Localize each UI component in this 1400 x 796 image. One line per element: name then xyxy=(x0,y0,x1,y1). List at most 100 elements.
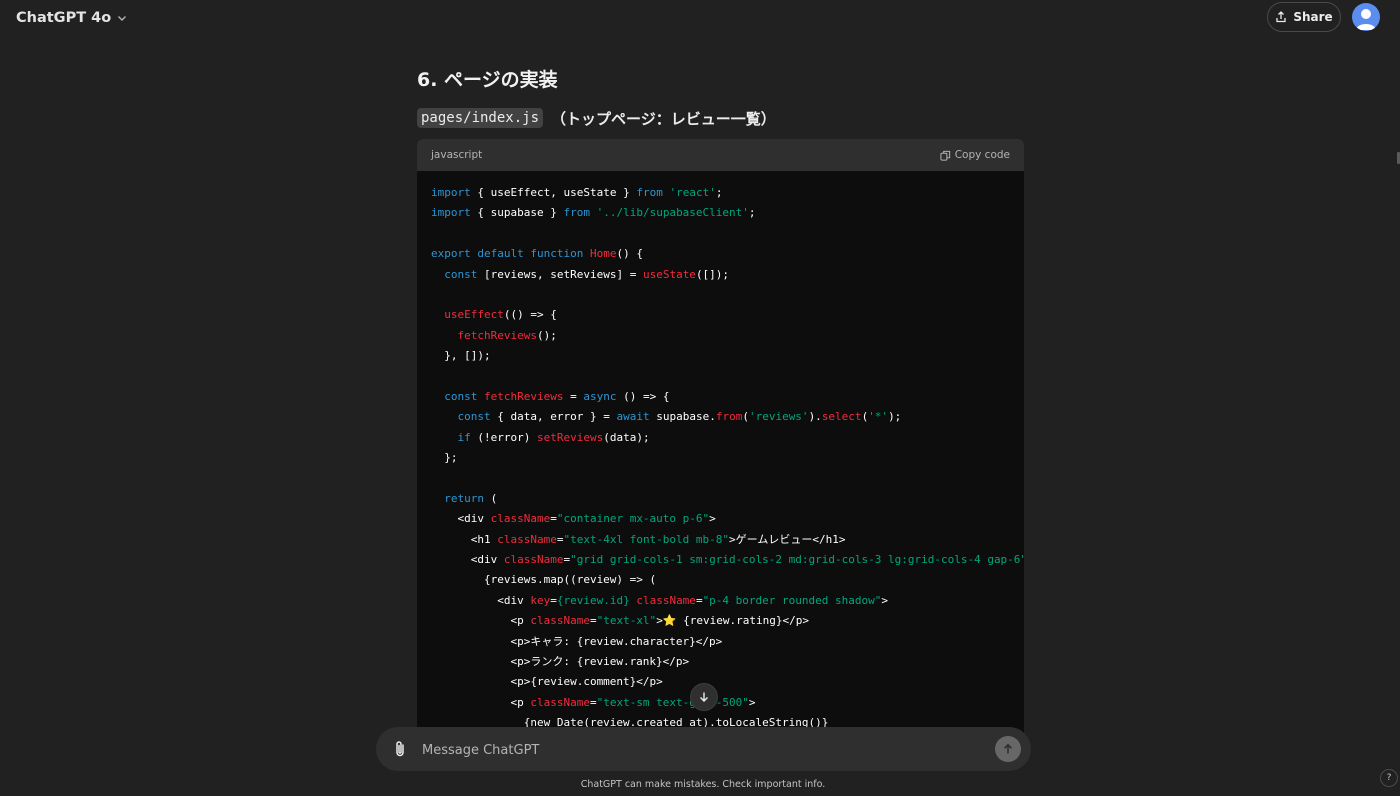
code-line: import { useEffect, useState } from 'rea… xyxy=(431,183,1010,203)
code-token: > xyxy=(881,593,888,607)
file-description: （トップページ：レビュー一覧） xyxy=(551,109,776,128)
file-name-code: pages/index.js xyxy=(417,108,544,128)
share-button[interactable]: Share xyxy=(1267,2,1341,32)
code-token: 'react' xyxy=(669,186,716,199)
code-token: from xyxy=(636,186,663,199)
file-subheading: pages/index.js （トップページ：レビュー一覧） xyxy=(417,106,776,130)
code-line: <p className="text-xl">⭐ {review.rating}… xyxy=(431,611,1010,631)
code-token: const xyxy=(444,267,478,281)
code-token: >ゲームレビュー</h1> xyxy=(729,532,846,546)
code-token: import xyxy=(431,206,471,220)
code-token: >⭐ {review.rating}</p> xyxy=(656,614,809,628)
code-token: return xyxy=(444,491,484,505)
code-token: ([]); xyxy=(695,267,730,281)
code-token: "p-4 border rounded shadow" xyxy=(702,593,882,607)
code-token: function xyxy=(530,247,584,261)
code-token: <p>キャラ: {review.character}</p> xyxy=(431,634,723,648)
code-line: <div className="grid grid-cols-1 sm:grid… xyxy=(431,550,1024,570)
message-input[interactable] xyxy=(420,734,984,766)
user-icon xyxy=(1356,9,1376,30)
scroll-to-bottom-button[interactable] xyxy=(690,683,718,711)
chat-page: ChatGPT 4o Share 6. ページの実装 pages/index.j… xyxy=(0,0,1400,796)
model-label: ChatGPT 4o xyxy=(16,10,112,26)
code-token: Home xyxy=(589,247,617,261)
code-token: const xyxy=(444,389,478,403)
code-token: export xyxy=(431,247,471,261)
code-line: export default function Home() { xyxy=(431,244,1010,264)
code-token: = xyxy=(695,593,703,607)
arrow-up-icon xyxy=(1003,743,1013,754)
code-token: from xyxy=(715,410,743,424)
code-token: = xyxy=(550,512,557,526)
code-line: <p className="text-sm text-gray-500"> xyxy=(431,693,1010,713)
code-line: }, []); xyxy=(431,346,1010,366)
code-token: 'reviews' xyxy=(748,410,809,424)
attach-button[interactable] xyxy=(390,738,410,760)
code-token: className xyxy=(497,532,557,546)
copy-code-button[interactable]: Copy code xyxy=(940,149,1010,161)
code-token: if xyxy=(457,430,471,444)
code-language: javascript xyxy=(431,149,483,161)
code-token: fetchReviews xyxy=(484,389,564,403)
code-token: }, []); xyxy=(431,349,491,363)
code-token: = xyxy=(589,614,597,628)
code-token: className xyxy=(636,593,696,607)
code-token: ( xyxy=(742,410,749,424)
code-line: useEffect(() => { xyxy=(431,305,1010,325)
code-token: <div xyxy=(431,593,531,607)
share-icon xyxy=(1276,11,1286,23)
code-token: key xyxy=(530,593,551,607)
code-token: <p xyxy=(431,614,531,628)
code-token: (() => { xyxy=(503,308,557,322)
code-token: import xyxy=(431,186,471,199)
code-token: className xyxy=(530,695,590,709)
help-button[interactable]: ? xyxy=(1380,769,1398,787)
code-token: <div xyxy=(431,512,491,526)
send-button[interactable] xyxy=(995,736,1021,762)
code-token: () { xyxy=(616,247,643,261)
avatar[interactable] xyxy=(1352,3,1380,31)
section-heading: 6. ページの実装 xyxy=(417,69,558,91)
code-line: {reviews.map((review) => ( xyxy=(431,570,1010,590)
code-token: from xyxy=(563,206,590,220)
code-token: <p>ランク: {review.rank}</p> xyxy=(431,654,690,668)
model-selector[interactable]: ChatGPT 4o xyxy=(10,4,133,32)
share-label: Share xyxy=(1293,10,1333,24)
code-line: }; xyxy=(431,448,1010,468)
code-token: {review.id} xyxy=(556,593,630,607)
code-token: <p xyxy=(431,695,531,709)
code-content: import { useEffect, useState } from 'rea… xyxy=(417,171,1024,759)
code-token: = xyxy=(563,389,584,403)
code-line: fetchReviews(); xyxy=(431,326,1010,346)
code-token: supabase. xyxy=(649,410,716,424)
arrow-down-icon xyxy=(700,692,708,702)
code-token: "grid grid-cols-1 sm:grid-cols-2 md:grid… xyxy=(570,553,1024,567)
copy-code-label: Copy code xyxy=(954,149,1010,161)
code-token: { data, error } = xyxy=(490,410,617,424)
code-token: <div xyxy=(431,553,504,567)
code-token: { useEffect, useState } xyxy=(470,186,637,199)
code-token: }; xyxy=(431,451,458,465)
code-line: import { supabase } from '../lib/supabas… xyxy=(431,203,1010,223)
code-token: "text-4xl font-bold mb-8" xyxy=(563,532,730,546)
code-line: <h1 className="text-4xl font-bold mb-8">… xyxy=(431,530,1010,550)
code-token: <p>{review.comment}</p> xyxy=(431,675,663,689)
code-line: <div className="container mx-auto p-6"> xyxy=(431,509,1010,529)
code-token: fetchReviews xyxy=(457,328,537,342)
message-composer xyxy=(376,727,1031,771)
code-token: ); xyxy=(888,410,902,424)
code-token: > xyxy=(709,512,716,526)
code-token: select xyxy=(821,410,862,424)
code-token: useState xyxy=(642,267,696,281)
code-block: javascript Copy code import { useEffect,… xyxy=(417,139,1024,759)
code-token: className xyxy=(530,614,590,628)
code-line: <div key={review.id} className="p-4 bord… xyxy=(431,591,1010,611)
